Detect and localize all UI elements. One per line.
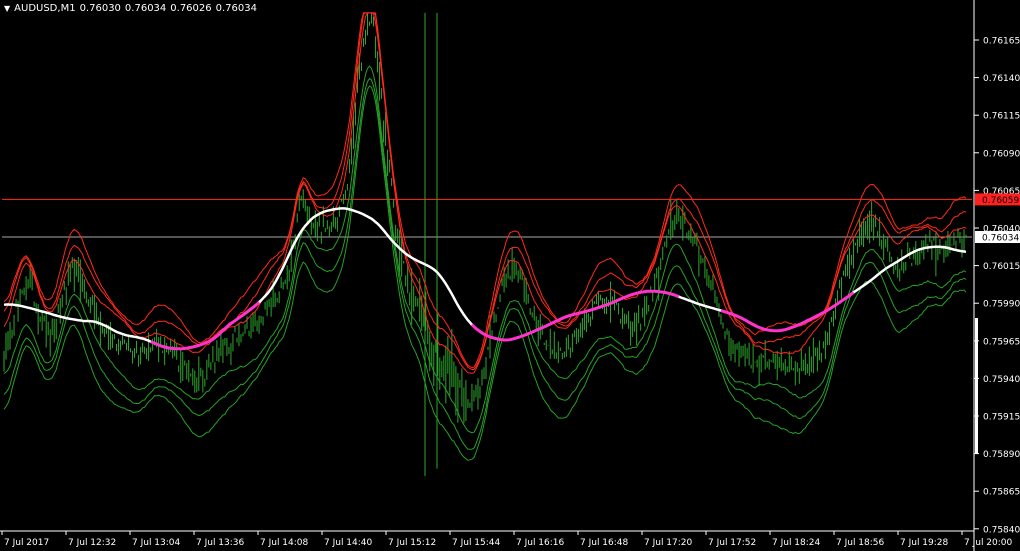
time-tick-label: 7 Jul 17:52 <box>708 538 756 548</box>
time-tick-label: 7 Jul 13:04 <box>132 538 181 548</box>
price-tick-label: 0.76015 <box>983 262 1020 272</box>
current-price-tag-label: 0.76034 <box>982 234 1019 244</box>
time-tick-label: 7 Jul 16:16 <box>516 538 565 548</box>
symbol-label: AUDUSD,M1 <box>14 3 76 14</box>
chart-background <box>0 0 1020 551</box>
ohlc-low: 0.76026 <box>170 3 212 14</box>
price-chart[interactable]: 0.761650.761400.761150.760900.760650.760… <box>0 0 1020 551</box>
time-tick-label: 7 Jul 18:56 <box>836 538 885 548</box>
time-tick-label: 7 Jul 12:32 <box>68 538 116 548</box>
ohlc-close: 0.76034 <box>215 3 257 14</box>
caret-down-icon[interactable]: ▼ <box>4 2 10 16</box>
ohlc-open: 0.76030 <box>79 3 121 14</box>
time-tick-label: 7 Jul 13:36 <box>196 538 245 548</box>
chart-header: ▼ AUDUSD,M1 0.76030 0.76034 0.76026 0.76… <box>4 2 257 16</box>
time-tick-label: 7 Jul 15:44 <box>452 538 501 548</box>
ohlc-high: 0.76034 <box>124 3 167 14</box>
price-tick-label: 0.76140 <box>983 74 1020 84</box>
time-tick-label: 7 Jul 16:48 <box>580 538 629 548</box>
time-tick-label: 7 Jul 14:08 <box>260 538 309 548</box>
price-tick-label: 0.75890 <box>983 450 1020 460</box>
price-tick-label: 0.75840 <box>983 525 1020 535</box>
ohlc-values: 0.76030 0.76034 0.76026 0.76034 <box>80 2 257 16</box>
price-tick-label: 0.75865 <box>983 488 1020 498</box>
price-tick-label: 0.75990 <box>983 300 1020 310</box>
chart-window[interactable]: 0.76165 0.76140 0.76115 0.76090 0.76065 0.760… <box>0 0 1020 551</box>
time-tick-label: 7 Jul 14:40 <box>324 538 373 548</box>
time-tick-label: 7 Jul 15:12 <box>388 538 436 548</box>
scroll-indicator <box>975 318 978 454</box>
time-tick-label: 7 Jul 19:28 <box>900 538 949 548</box>
price-tick-label: 0.76165 <box>983 37 1020 47</box>
time-tick-label: 7 Jul 17:20 <box>644 538 693 548</box>
red-level-tag-label: 0.76059 <box>982 196 1019 206</box>
price-tick-label: 0.75965 <box>983 337 1020 347</box>
price-tick-label: 0.76090 <box>983 149 1020 159</box>
time-tick-label: 7 Jul 2017 <box>4 538 49 548</box>
price-tick-label: 0.76115 <box>983 112 1020 122</box>
price-tick-label: 0.75915 <box>983 413 1020 423</box>
price-tick-label: 0.75940 <box>983 375 1020 385</box>
time-tick-label: 7 Jul 20:00 <box>964 538 1013 548</box>
time-tick-label: 7 Jul 18:24 <box>772 538 821 548</box>
